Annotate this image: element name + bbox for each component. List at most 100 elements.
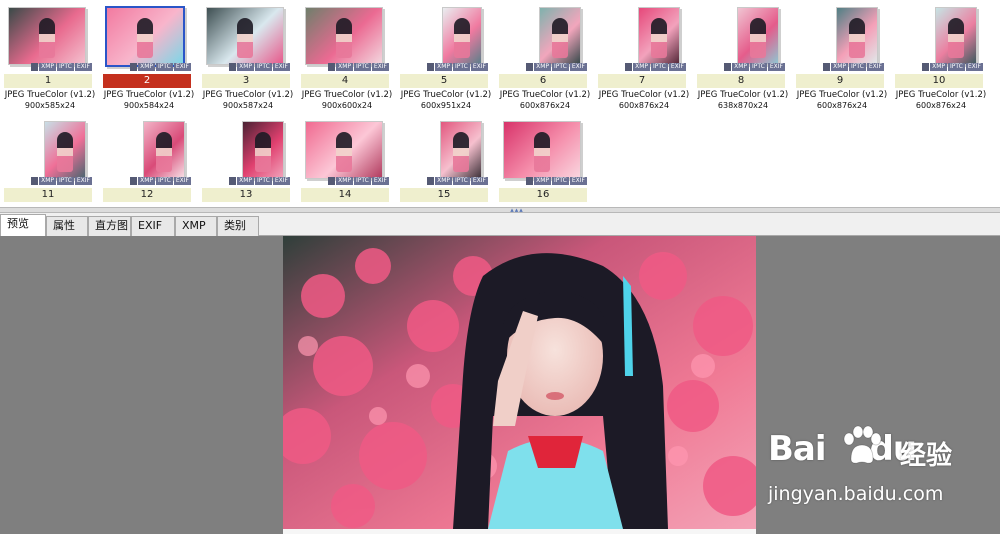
thumbnail-item[interactable]: XMP IPTC EXIF 4 JPEG TrueColor (v1.2) 900x600… xyxy=(297,4,392,110)
iptc-badge: IPTC xyxy=(947,63,965,71)
exif-badge: EXIF xyxy=(371,177,389,185)
thumbnail-item[interactable]: XMP IPTC EXIF 11 xyxy=(0,118,92,207)
thumbnail-number[interactable]: 10 xyxy=(895,74,983,88)
thumbnail-image[interactable] xyxy=(935,7,977,65)
thumbnail-number[interactable]: 11 xyxy=(4,188,92,202)
thumbnail-item[interactable]: XMP IPTC EXIF 6 JPEG TrueColor (v1.2) 600x876… xyxy=(495,4,590,110)
thumbnail-item[interactable]: XMP IPTC EXIF 9 JPEG TrueColor (v1.2) 600x876… xyxy=(792,4,887,110)
exif-badge: EXIF xyxy=(965,63,983,71)
metadata-badges: XMP IPTC EXIF xyxy=(800,63,884,71)
thumbnail-figure xyxy=(237,18,253,58)
metadata-badges: XMP IPTC EXIF xyxy=(701,63,785,71)
thumbnail-item[interactable]: XMP IPTC EXIF 2 JPEG TrueColor (v1.2) 900x584… xyxy=(99,4,194,110)
iptc-badge: IPTC xyxy=(353,63,371,71)
thumbnail-number[interactable]: 15 xyxy=(400,188,488,202)
thumbnail-item[interactable]: XMP IPTC EXIF 3 JPEG TrueColor (v1.2) 900x587… xyxy=(198,4,293,110)
thumbnail-number[interactable]: 13 xyxy=(202,188,290,202)
image-type-icon xyxy=(526,177,534,185)
thumbnail-item[interactable]: XMP IPTC EXIF 1 JPEG TrueColor (v1.2) 900x585… xyxy=(0,4,95,110)
thumbnail-item[interactable]: XMP IPTC EXIF 8 JPEG TrueColor (v1.2) 638x870… xyxy=(693,4,788,110)
thumbnail-image[interactable] xyxy=(105,6,185,67)
image-type-icon xyxy=(724,63,732,71)
thumbnail-number[interactable]: 14 xyxy=(301,188,389,202)
exif-badge: EXIF xyxy=(470,63,488,71)
thumbnail-browser[interactable]: XMP IPTC EXIF 1 JPEG TrueColor (v1.2) 900x585… xyxy=(0,0,1000,207)
thumbnail-image[interactable] xyxy=(836,7,878,65)
thumbnail-image[interactable] xyxy=(440,121,482,179)
thumbnail-item[interactable]: XMP IPTC EXIF 5 JPEG TrueColor (v1.2) 600x951… xyxy=(396,4,491,110)
thumbnail-item[interactable]: XMP IPTC EXIF 13 xyxy=(198,118,290,207)
metadata-badges: XMP IPTC EXIF xyxy=(206,177,290,185)
exif-badge: EXIF xyxy=(668,63,686,71)
iptc-badge: IPTC xyxy=(452,63,470,71)
thumbnail-dimensions: 600x951x24 xyxy=(420,101,472,110)
thumbnail-image[interactable] xyxy=(143,121,185,179)
thumbnail-image[interactable] xyxy=(442,7,482,65)
exif-badge: EXIF xyxy=(866,63,884,71)
thumbnail-dimensions: 900x584x24 xyxy=(123,101,175,110)
tab-1[interactable]: 属性 xyxy=(46,216,88,236)
image-type-icon xyxy=(328,63,336,71)
baidu-jingyan-watermark: Bai du 经验 jingyan.baidu.com xyxy=(760,425,990,515)
preview-image xyxy=(283,236,756,529)
thumbnail-image[interactable] xyxy=(737,7,779,65)
thumbnail-image[interactable] xyxy=(242,121,284,179)
xmp-badge: XMP xyxy=(534,177,551,185)
thumbnail-number[interactable]: 7 xyxy=(598,74,686,88)
xmp-badge: XMP xyxy=(336,63,353,71)
thumbnail-number[interactable]: 12 xyxy=(103,188,191,202)
image-type-icon xyxy=(526,63,534,71)
xmp-badge: XMP xyxy=(237,63,254,71)
xmp-badge: XMP xyxy=(138,63,155,71)
image-type-icon xyxy=(427,63,435,71)
thumbnail-image[interactable] xyxy=(305,7,383,65)
thumbnail-image[interactable] xyxy=(503,121,581,179)
thumbnail-item[interactable]: XMP IPTC EXIF 15 xyxy=(396,118,488,207)
exif-badge: EXIF xyxy=(569,63,587,71)
metadata-badges: XMP IPTC EXIF xyxy=(602,63,686,71)
thumbnail-image[interactable] xyxy=(539,7,581,65)
thumbnail-number[interactable]: 2 xyxy=(103,74,191,88)
thumbnail-figure xyxy=(336,18,352,58)
thumbnail-item[interactable]: XMP IPTC EXIF 7 JPEG TrueColor (v1.2) 600x876… xyxy=(594,4,689,110)
image-type-icon xyxy=(625,63,633,71)
thumbnail-figure xyxy=(336,132,352,172)
thumbnail-image[interactable] xyxy=(44,121,86,179)
watermark-jingyan: 经验 xyxy=(900,441,953,471)
iptc-badge: IPTC xyxy=(155,63,173,71)
tab-3[interactable]: EXIF xyxy=(131,216,175,236)
thumbnail-item[interactable]: XMP IPTC EXIF 12 xyxy=(99,118,191,207)
thumbnail-image[interactable] xyxy=(638,7,680,65)
metadata-badges: XMP IPTC EXIF xyxy=(899,63,983,71)
metadata-badges: XMP IPTC EXIF xyxy=(107,63,191,71)
thumbnail-image[interactable] xyxy=(206,7,284,65)
iptc-badge: IPTC xyxy=(650,63,668,71)
exif-badge: EXIF xyxy=(74,63,92,71)
exif-badge: EXIF xyxy=(767,63,785,71)
thumbnail-format: JPEG TrueColor (v1.2) xyxy=(103,90,195,100)
thumbnail-item[interactable]: XMP IPTC EXIF 10 JPEG TrueColor (v1.2) 600x87… xyxy=(891,4,986,110)
xmp-badge: XMP xyxy=(39,63,56,71)
thumbnail-number[interactable]: 4 xyxy=(301,74,389,88)
tab-0[interactable]: 预览 xyxy=(0,214,46,236)
thumbnail-figure xyxy=(137,18,153,58)
xmp-badge: XMP xyxy=(831,63,848,71)
tab-2[interactable]: 直方图 xyxy=(88,216,131,236)
thumbnail-format: JPEG TrueColor (v1.2) xyxy=(301,90,393,100)
thumbnail-number[interactable]: 8 xyxy=(697,74,785,88)
thumbnail-item[interactable]: XMP IPTC EXIF 16 xyxy=(495,118,587,207)
image-type-icon xyxy=(229,63,237,71)
thumbnail-image[interactable] xyxy=(305,121,383,179)
tab-5[interactable]: 类别 xyxy=(217,216,259,236)
image-type-icon xyxy=(922,63,930,71)
tab-4[interactable]: XMP xyxy=(175,216,217,236)
thumbnail-number[interactable]: 3 xyxy=(202,74,290,88)
thumbnail-item[interactable]: XMP IPTC EXIF 14 xyxy=(297,118,389,207)
image-type-icon xyxy=(823,63,831,71)
thumbnail-number[interactable]: 5 xyxy=(400,74,488,88)
thumbnail-image[interactable] xyxy=(8,7,86,65)
thumbnail-number[interactable]: 6 xyxy=(499,74,587,88)
thumbnail-number[interactable]: 16 xyxy=(499,188,587,202)
thumbnail-number[interactable]: 1 xyxy=(4,74,92,88)
thumbnail-number[interactable]: 9 xyxy=(796,74,884,88)
